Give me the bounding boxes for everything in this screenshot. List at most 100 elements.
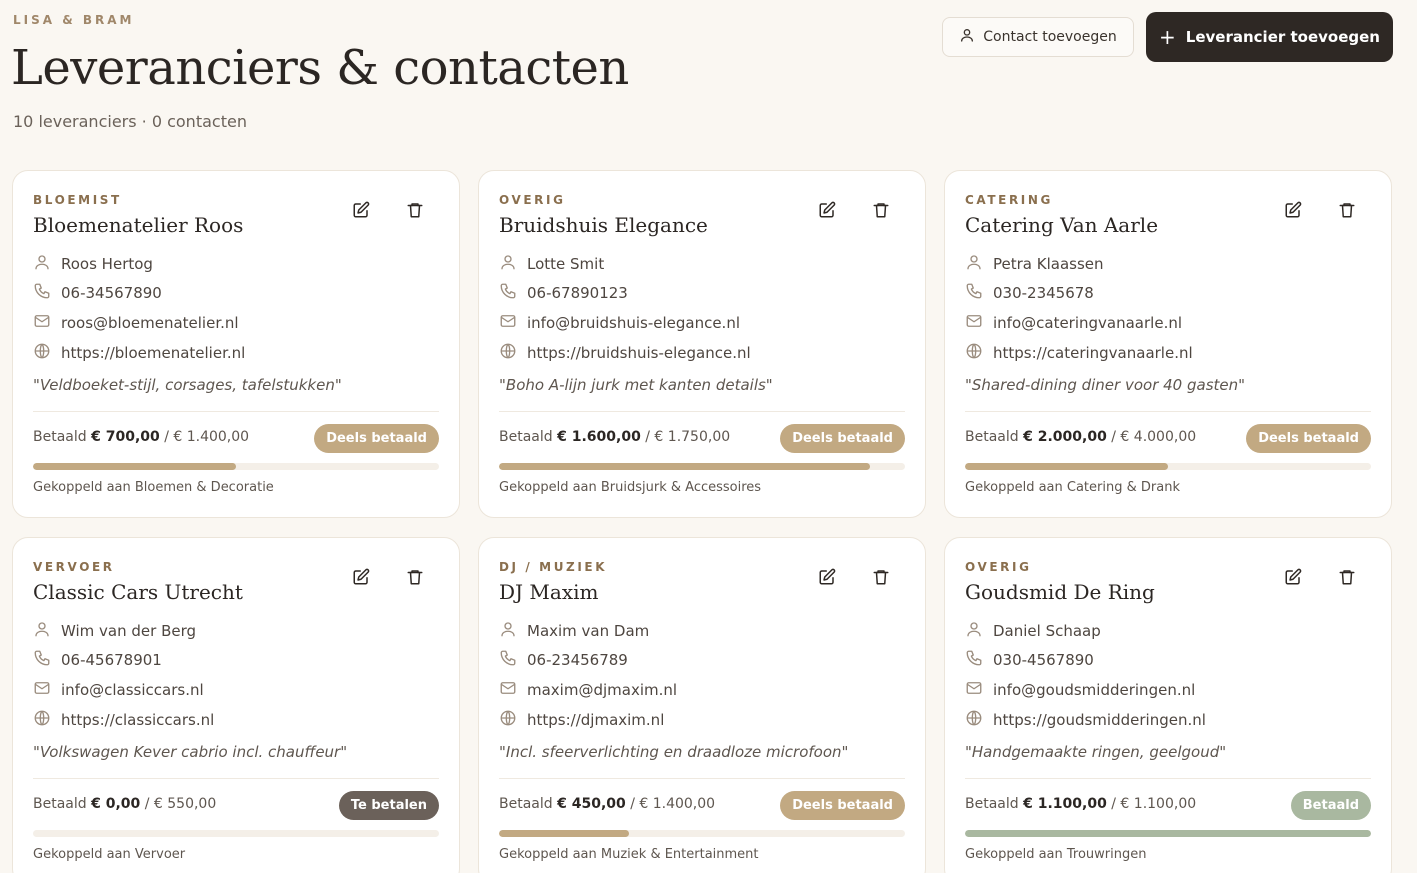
payment-summary: Betaald € 700,00 / € 1.400,00: [33, 429, 249, 445]
phone-number[interactable]: 06-67890123: [527, 284, 628, 302]
divider: [499, 778, 905, 779]
email-row[interactable]: roos@bloemenatelier.nl: [33, 312, 239, 334]
phone-icon: [499, 282, 527, 304]
website-row[interactable]: https://goudsmidderingen.nl: [965, 709, 1206, 731]
email-row[interactable]: info@bruidshuis-elegance.nl: [499, 312, 740, 334]
phone-icon: [499, 649, 527, 671]
phone-number[interactable]: 030-4567890: [993, 651, 1094, 669]
contact-person: Lotte Smit: [527, 255, 605, 273]
trash-icon[interactable]: [1336, 566, 1358, 588]
supplier-note: "Incl. sfeerverlichting en draadloze mic…: [499, 743, 849, 761]
website-link[interactable]: https://classiccars.nl: [61, 711, 214, 729]
trash-icon[interactable]: [404, 566, 426, 588]
payment-progress-bar: [499, 463, 905, 470]
paid-amount: € 450,00: [557, 796, 626, 812]
phone-number[interactable]: 06-45678901: [61, 651, 162, 669]
add-supplier-label: Leverancier toevoegen: [1185, 28, 1380, 46]
website-row[interactable]: https://bruidshuis-elegance.nl: [499, 342, 751, 364]
contact-person: Maxim van Dam: [527, 622, 650, 640]
website-row[interactable]: https://classiccars.nl: [33, 709, 214, 731]
globe-icon: [33, 709, 61, 731]
email-link[interactable]: info@goudsmidderingen.nl: [993, 681, 1195, 699]
page-title: Leveranciers & contacten: [11, 40, 629, 96]
payment-progress-fill: [965, 463, 1168, 470]
edit-icon[interactable]: [350, 566, 372, 588]
status-badge: Deels betaald: [780, 424, 905, 453]
trash-icon[interactable]: [870, 566, 892, 588]
user-icon: [33, 253, 61, 275]
status-badge: Deels betaald: [780, 791, 905, 820]
phone-row[interactable]: 06-67890123: [499, 282, 628, 304]
phone-row[interactable]: 06-34567890: [33, 282, 162, 304]
edit-icon[interactable]: [816, 566, 838, 588]
phone-number[interactable]: 06-34567890: [61, 284, 162, 302]
total-amount: / € 4.000,00: [1111, 429, 1197, 445]
linked-category: Gekoppeld aan Trouwringen: [965, 847, 1147, 862]
phone-icon: [33, 282, 61, 304]
add-contact-button[interactable]: Contact toevoegen: [942, 17, 1134, 57]
website-link[interactable]: https://djmaxim.nl: [527, 711, 664, 729]
email-link[interactable]: info@cateringvanaarle.nl: [993, 314, 1182, 332]
phone-row[interactable]: 030-4567890: [965, 649, 1094, 671]
paid-prefix: Betaald: [965, 429, 1019, 445]
paid-amount: € 2.000,00: [1023, 429, 1107, 445]
phone-icon: [33, 649, 61, 671]
phone-row[interactable]: 06-45678901: [33, 649, 162, 671]
contact-person-row: Petra Klaassen: [965, 253, 1104, 275]
trash-icon[interactable]: [404, 199, 426, 221]
supplier-name: Classic Cars Utrecht: [33, 580, 243, 604]
website-row[interactable]: https://bloemenatelier.nl: [33, 342, 245, 364]
linked-category: Gekoppeld aan Vervoer: [33, 847, 186, 862]
phone-row[interactable]: 030-2345678: [965, 282, 1094, 304]
edit-icon[interactable]: [1282, 199, 1304, 221]
supplier-name: Bloemenatelier Roos: [33, 213, 244, 237]
phone-icon: [965, 282, 993, 304]
email-link[interactable]: info@classiccars.nl: [61, 681, 204, 699]
website-link[interactable]: https://bruidshuis-elegance.nl: [527, 344, 751, 362]
globe-icon: [499, 709, 527, 731]
page-subtitle: 10 leveranciers · 0 contacten: [13, 112, 247, 131]
linked-category: Gekoppeld aan Muziek & Entertainment: [499, 847, 759, 862]
edit-icon[interactable]: [350, 199, 372, 221]
email-row[interactable]: info@cateringvanaarle.nl: [965, 312, 1182, 334]
status-badge: Te betalen: [338, 791, 439, 820]
website-row[interactable]: https://djmaxim.nl: [499, 709, 664, 731]
trash-icon[interactable]: [870, 199, 892, 221]
contact-person-row: Roos Hertog: [33, 253, 153, 275]
brand-label: LISA & BRAM: [13, 13, 135, 27]
email-row[interactable]: info@goudsmidderingen.nl: [965, 679, 1195, 701]
add-supplier-button[interactable]: + Leverancier toevoegen: [1146, 12, 1393, 62]
paid-prefix: Betaald: [33, 796, 87, 812]
website-link[interactable]: https://goudsmidderingen.nl: [993, 711, 1206, 729]
phone-number[interactable]: 06-23456789: [527, 651, 628, 669]
divider: [33, 778, 439, 779]
divider: [33, 411, 439, 412]
contact-person: Roos Hertog: [61, 255, 153, 273]
email-link[interactable]: info@bruidshuis-elegance.nl: [527, 314, 740, 332]
website-link[interactable]: https://cateringvanaarle.nl: [993, 344, 1193, 362]
email-row[interactable]: info@classiccars.nl: [33, 679, 204, 701]
email-link[interactable]: roos@bloemenatelier.nl: [61, 314, 239, 332]
contact-person-row: Daniel Schaap: [965, 620, 1101, 642]
supplier-category: DJ / MUZIEK: [499, 560, 608, 574]
email-row[interactable]: maxim@djmaxim.nl: [499, 679, 677, 701]
total-amount: / € 1.400,00: [164, 429, 250, 445]
payment-progress-bar: [965, 830, 1371, 837]
payment-progress-fill: [33, 463, 236, 470]
edit-icon[interactable]: [1282, 566, 1304, 588]
email-link[interactable]: maxim@djmaxim.nl: [527, 681, 677, 699]
payment-summary: Betaald € 450,00 / € 1.400,00: [499, 796, 715, 812]
website-row[interactable]: https://cateringvanaarle.nl: [965, 342, 1193, 364]
user-icon: [965, 620, 993, 642]
phone-row[interactable]: 06-23456789: [499, 649, 628, 671]
trash-icon[interactable]: [1336, 199, 1358, 221]
edit-icon[interactable]: [816, 199, 838, 221]
paid-prefix: Betaald: [965, 796, 1019, 812]
globe-icon: [33, 342, 61, 364]
website-link[interactable]: https://bloemenatelier.nl: [61, 344, 245, 362]
total-amount: / € 550,00: [144, 796, 217, 812]
phone-number[interactable]: 030-2345678: [993, 284, 1094, 302]
supplier-name: Bruidshuis Elegance: [499, 213, 708, 237]
linked-category: Gekoppeld aan Catering & Drank: [965, 480, 1180, 495]
payment-progress-bar: [499, 830, 905, 837]
